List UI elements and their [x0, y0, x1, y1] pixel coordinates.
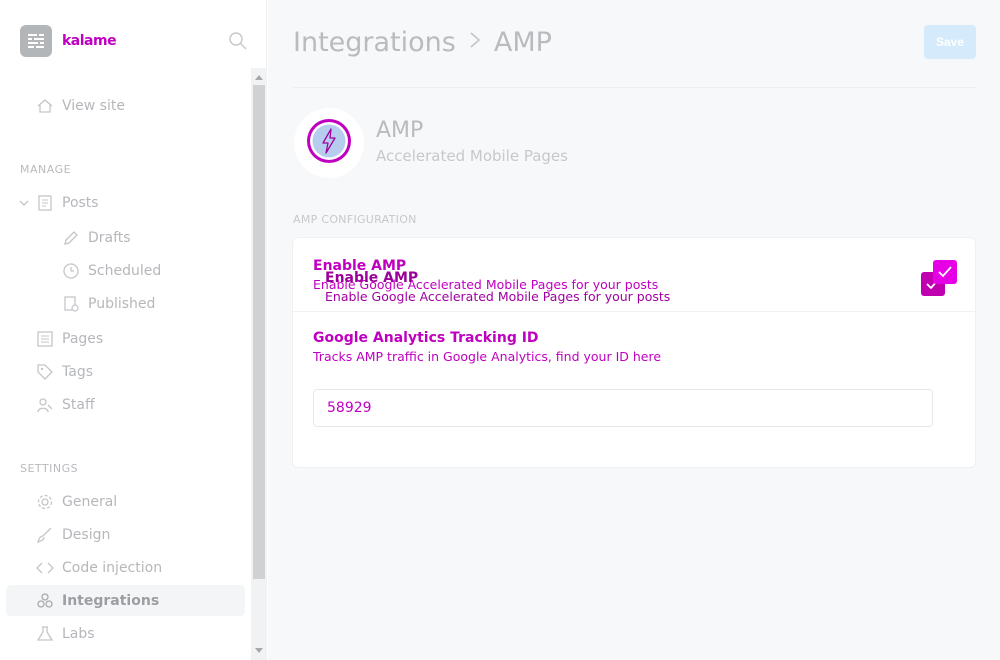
- sidebar-item-label: Design: [62, 527, 111, 543]
- integration-title: AMP: [376, 118, 424, 143]
- section-title-settings: SETTINGS: [20, 462, 79, 475]
- section-title-manage: MANAGE: [20, 163, 72, 176]
- checkmark-icon: [938, 266, 952, 278]
- enable-amp-checkbox[interactable]: [933, 260, 957, 284]
- enable-amp-description-ghost: Enable Google Accelerated Mobile Pages f…: [325, 289, 671, 304]
- sidebar-item-general[interactable]: General: [36, 487, 117, 517]
- breadcrumb-integrations-link[interactable]: Integrations: [293, 27, 456, 58]
- home-icon: [36, 97, 54, 115]
- sidebar-item-label: Integrations: [62, 593, 160, 609]
- enable-amp-label-ghost: Enable AMP: [325, 270, 419, 286]
- sidebar-item-pages[interactable]: Pages: [36, 324, 103, 354]
- search-icon[interactable]: [228, 31, 248, 51]
- sidebar-item-label: Published: [88, 296, 156, 312]
- sidebar-item-label: General: [62, 494, 118, 510]
- amp-config-card: Enable AMP Enable Google Accelerated Mob…: [292, 237, 976, 468]
- ga-tracking-id-input[interactable]: [313, 389, 933, 427]
- sidebar-item-integrations[interactable]: Integrations: [36, 586, 159, 616]
- brush-icon: [36, 526, 54, 544]
- card-row-divider: [293, 311, 975, 312]
- sidebar-item-label: Pages: [62, 331, 104, 347]
- pencil-icon: [62, 229, 80, 247]
- sidebar-item-design[interactable]: Design: [36, 520, 110, 550]
- sidebar-item-label: Tags: [62, 364, 93, 380]
- blog-title: kalame: [62, 32, 117, 49]
- integration-icon-container: [294, 108, 364, 178]
- chevron-down-icon[interactable]: [18, 194, 30, 212]
- sidebar-item-label: View site: [62, 98, 125, 114]
- sidebar-item-scheduled[interactable]: Scheduled: [62, 256, 161, 286]
- brand[interactable]: kalame: [20, 24, 117, 57]
- scroll-up-arrow-icon[interactable]: [255, 75, 263, 80]
- sidebar-item-labs[interactable]: Labs: [36, 619, 95, 649]
- sidebar: kalame View site MANAGE Posts Drafts Sch…: [0, 0, 267, 660]
- ga-tracking-description: Tracks AMP traffic in Google Analytics, …: [313, 349, 662, 364]
- staff-icon: [36, 396, 54, 414]
- config-section-title: AMP CONFIGURATION: [293, 213, 417, 226]
- sidebar-item-posts[interactable]: Posts: [18, 188, 99, 218]
- tag-icon: [36, 363, 54, 381]
- sidebar-item-label: Labs: [62, 626, 95, 642]
- sidebar-scrollbar[interactable]: [251, 68, 267, 660]
- blog-logo-icon: [20, 24, 52, 57]
- chevron-right-icon: [468, 30, 482, 56]
- amp-lightning-icon: [305, 117, 353, 169]
- scrollbar-thumb[interactable]: [253, 85, 265, 579]
- main-content: Integrations AMP Save AMP Accelerated Mo…: [268, 0, 1000, 660]
- sidebar-item-label: Drafts: [88, 230, 131, 246]
- save-button[interactable]: Save: [924, 25, 976, 59]
- sidebar-item-label: Scheduled: [88, 263, 162, 279]
- scroll-down-arrow-icon[interactable]: [255, 648, 263, 653]
- pages-icon: [36, 330, 54, 348]
- sidebar-item-published[interactable]: Published: [62, 289, 155, 319]
- code-icon: [36, 559, 54, 577]
- ghost-admin-app: kalame View site MANAGE Posts Drafts Sch…: [0, 0, 1000, 660]
- breadcrumb: Integrations AMP: [293, 27, 552, 58]
- ga-tracking-label: Google Analytics Tracking ID: [313, 330, 539, 346]
- breadcrumb-current: AMP: [493, 27, 552, 58]
- document-icon: [36, 194, 54, 212]
- flask-icon: [36, 625, 54, 643]
- gear-icon: [36, 493, 54, 511]
- sidebar-item-view-site[interactable]: View site: [36, 91, 125, 121]
- sidebar-item-label: Staff: [62, 397, 95, 413]
- published-icon: [62, 295, 80, 313]
- sidebar-item-label: Code injection: [62, 560, 163, 576]
- integrations-icon: [36, 592, 54, 610]
- header-divider: [293, 87, 976, 88]
- sidebar-item-drafts[interactable]: Drafts: [62, 223, 131, 253]
- sidebar-item-staff[interactable]: Staff: [36, 390, 95, 420]
- clock-icon: [62, 262, 80, 280]
- integration-subtitle: Accelerated Mobile Pages: [376, 147, 568, 165]
- sidebar-item-code-injection[interactable]: Code injection: [36, 553, 162, 583]
- sidebar-item-tags[interactable]: Tags: [36, 357, 93, 387]
- sidebar-item-label: Posts: [62, 195, 99, 211]
